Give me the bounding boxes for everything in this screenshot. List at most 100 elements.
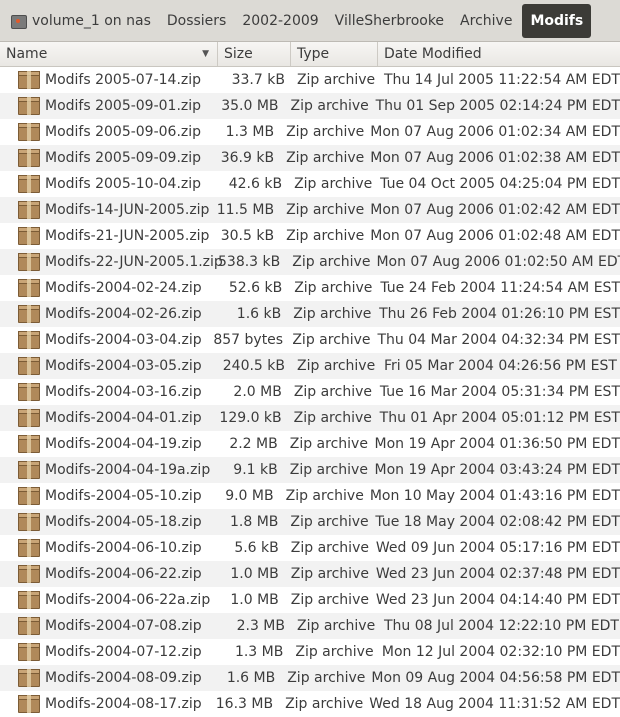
- sort-descending-icon: ▼: [202, 49, 209, 59]
- zip-archive-icon: [18, 643, 40, 661]
- file-date-modified: Mon 09 Aug 2004 04:56:58 PM EDT: [371, 670, 620, 686]
- file-type: Zip archive: [286, 228, 365, 244]
- file-type: Zip archive: [286, 124, 365, 140]
- file-size: 16.3 MB: [215, 696, 274, 712]
- file-size: 129.0 kB: [219, 410, 282, 426]
- file-name: Modifs-2004-04-19.zip: [45, 436, 202, 452]
- breadcrumb-item[interactable]: VilleSherbrooke: [327, 4, 452, 38]
- file-row[interactable]: Modifs 2005-09-06.zip 1.3 MB Zip archive Mo…: [0, 119, 620, 145]
- file-name: Modifs-2004-07-08.zip: [45, 618, 202, 634]
- zip-archive-icon: [18, 123, 40, 141]
- file-size: 1.0 MB: [230, 566, 279, 582]
- file-size: 1.0 MB: [230, 592, 279, 608]
- zip-archive-icon: [18, 227, 40, 245]
- column-header-name-label: Name: [6, 46, 48, 62]
- file-type: Zip archive: [294, 176, 373, 192]
- file-name: Modifs-2004-02-26.zip: [45, 306, 202, 322]
- breadcrumb-item[interactable]: Modifs: [522, 3, 592, 38]
- file-name-cell: Modifs 2005-09-06.zip: [0, 123, 210, 141]
- file-row[interactable]: Modifs-2004-08-17.zip 16.3 MB Zip archive W…: [0, 691, 620, 717]
- file-date-modified: Mon 07 Aug 2006 01:02:50 AM EDT: [376, 254, 620, 270]
- zip-archive-icon: [18, 279, 40, 297]
- file-name: Modifs-2004-08-09.zip: [45, 670, 202, 686]
- file-type: Zip archive: [290, 514, 369, 530]
- file-type: Zip archive: [294, 280, 373, 296]
- file-type: Zip archive: [289, 462, 368, 478]
- column-header-date[interactable]: Date Modified: [378, 42, 620, 66]
- file-type: Zip archive: [290, 566, 369, 582]
- file-row[interactable]: Modifs-2004-06-22a.zip 1.0 MB Zip archive W…: [0, 587, 620, 613]
- column-header-name[interactable]: Name ▼: [0, 42, 218, 66]
- breadcrumb-label: VilleSherbrooke: [334, 12, 445, 29]
- column-header-size[interactable]: Size: [218, 42, 291, 66]
- file-name: Modifs-2004-05-18.zip: [45, 514, 202, 530]
- file-row[interactable]: Modifs 2005-07-14.zip 33.7 kB Zip archive T…: [0, 67, 620, 93]
- file-row[interactable]: Modifs-21-JUN-2005.zip 30.5 kB Zip archive…: [0, 223, 620, 249]
- file-row[interactable]: Modifs-2004-02-24.zip 52.6 kB Zip archive T…: [0, 275, 620, 301]
- file-name-cell: Modifs-2004-03-04.zip: [0, 331, 213, 349]
- file-name: Modifs-2004-06-10.zip: [45, 540, 202, 556]
- file-name: Modifs-2004-06-22a.zip: [45, 592, 211, 608]
- file-name-cell: Modifs 2005-09-09.zip: [0, 149, 210, 167]
- breadcrumb-label: Dossiers: [166, 12, 227, 29]
- file-row[interactable]: Modifs-2004-02-26.zip 1.6 kB Zip archive Th…: [0, 301, 620, 327]
- file-name-cell: Modifs-2004-05-10.zip: [0, 487, 209, 505]
- file-type: Zip archive: [293, 306, 372, 322]
- file-name-cell: Modifs-2004-06-22a.zip: [0, 591, 213, 609]
- file-row[interactable]: Modifs-2004-04-19.zip 2.2 MB Zip archive Mo…: [0, 431, 620, 457]
- file-row[interactable]: Modifs-22-JUN-2005.1.zip 538.3 kB Zip arch…: [0, 249, 620, 275]
- file-row[interactable]: Modifs-2004-04-01.zip 129.0 kB Zip archive…: [0, 405, 620, 431]
- file-name: Modifs-21-JUN-2005.zip: [45, 228, 210, 244]
- file-name-cell: Modifs-2004-03-16.zip: [0, 383, 216, 401]
- breadcrumb-label: Archive: [460, 12, 513, 29]
- column-header-date-label: Date Modified: [384, 46, 482, 62]
- file-row[interactable]: Modifs-2004-03-05.zip 240.5 kB Zip archive…: [0, 353, 620, 379]
- zip-archive-icon: [18, 149, 40, 167]
- file-name: Modifs-22-JUN-2005.1.zip: [45, 254, 223, 270]
- breadcrumb-item[interactable]: 2002-2009: [234, 4, 326, 38]
- zip-archive-icon: [18, 305, 40, 323]
- file-name-cell: Modifs-2004-02-24.zip: [0, 279, 216, 297]
- file-row[interactable]: Modifs-2004-03-04.zip 857 bytes Zip archiv…: [0, 327, 620, 353]
- file-date-modified: Tue 18 May 2004 02:08:42 PM EDT: [375, 514, 620, 530]
- file-row[interactable]: Modifs-2004-04-19a.zip 9.1 kB Zip archive M…: [0, 457, 620, 483]
- file-name: Modifs-2004-02-24.zip: [45, 280, 202, 296]
- file-name-cell: Modifs-2004-03-05.zip: [0, 357, 218, 375]
- column-header-type-label: Type: [297, 46, 330, 62]
- file-row[interactable]: Modifs-2004-07-12.zip 1.3 MB Zip archive Mo…: [0, 639, 620, 665]
- file-row[interactable]: Modifs 2005-09-01.zip 35.0 MB Zip archive T…: [0, 93, 620, 119]
- zip-archive-icon: [18, 97, 40, 115]
- file-name-cell: Modifs-2004-04-19.zip: [0, 435, 213, 453]
- file-name-cell: Modifs 2005-07-14.zip: [0, 71, 218, 89]
- file-name-cell: Modifs-2004-06-22.zip: [0, 565, 213, 583]
- file-date-modified: Mon 07 Aug 2006 01:02:48 AM EDT: [370, 228, 620, 244]
- column-header-type[interactable]: Type: [291, 42, 378, 66]
- file-date-modified: Mon 19 Apr 2004 03:43:24 PM EDT: [374, 462, 620, 478]
- breadcrumb-item[interactable]: Archive: [452, 4, 520, 38]
- file-row[interactable]: Modifs-2004-06-10.zip 5.6 kB Zip archive We…: [0, 535, 620, 561]
- breadcrumb-item[interactable]: volume_1 on nas: [4, 4, 159, 38]
- zip-archive-icon: [18, 513, 40, 531]
- file-type: Zip archive: [297, 358, 376, 374]
- file-name-cell: Modifs-2004-08-17.zip: [0, 695, 209, 713]
- file-row[interactable]: Modifs-2004-05-10.zip 9.0 MB Zip archive Mo…: [0, 483, 620, 509]
- zip-archive-icon: [18, 175, 40, 193]
- file-row[interactable]: Modifs-2004-08-09.zip 1.6 MB Zip archive Mo…: [0, 665, 620, 691]
- file-date-modified: Mon 12 Jul 2004 02:32:10 PM EDT: [381, 644, 620, 660]
- zip-archive-icon: [18, 565, 40, 583]
- file-row[interactable]: Modifs-2004-05-18.zip 1.8 MB Zip archive Tu…: [0, 509, 620, 535]
- file-size: 42.6 kB: [228, 176, 283, 192]
- breadcrumb-item[interactable]: Dossiers: [159, 4, 235, 38]
- file-size: 2.2 MB: [229, 436, 278, 452]
- file-row[interactable]: Modifs-2004-06-22.zip 1.0 MB Zip archive We…: [0, 561, 620, 587]
- file-size: 11.5 MB: [216, 202, 275, 218]
- file-row[interactable]: Modifs 2005-10-04.zip 42.6 kB Zip archive T…: [0, 171, 620, 197]
- file-row[interactable]: Modifs-2004-03-16.zip 2.0 MB Zip archive Tu…: [0, 379, 620, 405]
- file-row[interactable]: Modifs 2005-09-09.zip 36.9 kB Zip archive M…: [0, 145, 620, 171]
- file-date-modified: Wed 23 Jun 2004 04:14:40 PM EDT: [375, 592, 620, 608]
- file-row[interactable]: Modifs-14-JUN-2005.zip 11.5 MB Zip archive…: [0, 197, 620, 223]
- file-size: 2.0 MB: [233, 384, 282, 400]
- file-row[interactable]: Modifs-2004-07-08.zip 2.3 MB Zip archive Th…: [0, 613, 620, 639]
- zip-archive-icon: [18, 695, 40, 713]
- file-name-cell: Modifs-14-JUN-2005.zip: [0, 201, 210, 219]
